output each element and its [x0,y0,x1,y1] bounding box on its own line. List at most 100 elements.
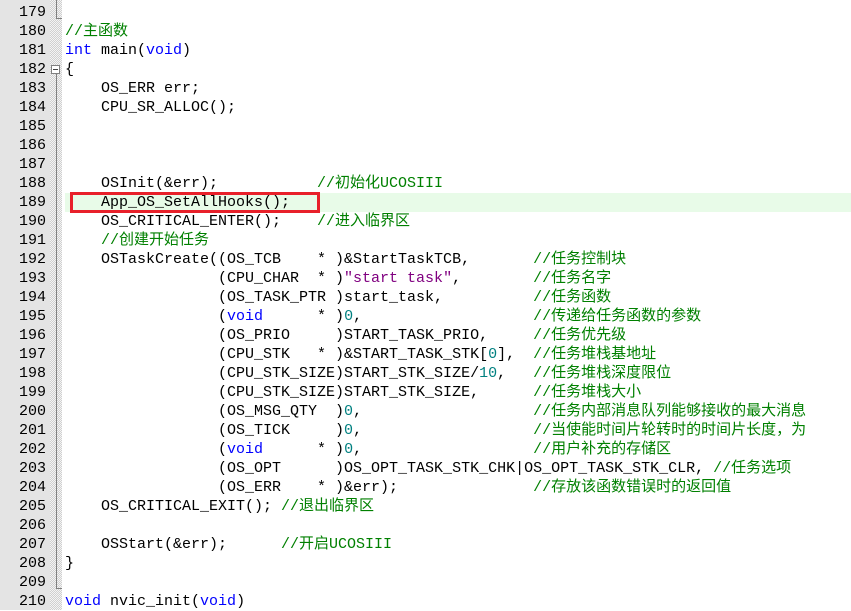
code-line[interactable]: 190 ​ OS_CRITICAL_ENTER(); //进入临界区 [0,212,851,231]
code-text: ​ (OS_MSG_QTY )0, //任务内部消息队列能够接收的最大消息 [65,402,851,421]
comment-token: //任务优先级 [533,327,627,344]
fold-collapse-icon[interactable] [51,64,60,74]
code-line[interactable]: 208 ​} [0,554,851,573]
code-line[interactable]: 200 ​ (OS_MSG_QTY )0, //任务内部消息队列能够接收的最大消息 [0,402,851,421]
code-line[interactable]: 192 ​ OSTaskCreate((OS_TCB * )&StartTaskT… [0,250,851,269]
code-line[interactable]: 202 ​ (void * )0, //用户补充的存储区 [0,440,851,459]
code-line[interactable]: 203 ​ (OS_OPT )OS_OPT_TASK_STK_CHK|OS_OPT… [0,459,851,478]
code-token: OSTaskCreate((OS_TCB * )&StartTaskTCB, [65,251,534,268]
keyword-token: void [146,42,183,59]
number-token: 0 [344,422,354,439]
code-line[interactable]: 204 ​ (OS_ERR * )&err); //存放该函数错误时的返回值 [0,478,851,497]
code-text: ​void nvic_init(void) [65,592,851,611]
code-line[interactable]: 191 ​ //创建开始任务 [0,231,851,250]
fold-guide-line [56,73,57,588]
code-line[interactable]: 181 ​int main(void) [0,41,851,60]
code-text: ​ [65,3,851,22]
code-token: (OS_MSG_QTY ) [65,403,345,420]
code-token: , [353,441,534,458]
line-number: 200 [18,403,46,420]
line-number: 199 [18,384,46,401]
code-text: ​ (CPU_STK * )&START_TASK_STK[0], //任务堆栈… [65,345,851,364]
line-number: 203 [18,460,46,477]
code-line[interactable]: 210 ​void nvic_init(void) [0,592,851,611]
code-line[interactable]: 194 ​ (OS_TASK_PTR )start_task, //任务函数 [0,288,851,307]
line-number: 207 [18,536,46,553]
code-line[interactable]: 185 ​ [0,117,851,136]
code-line[interactable]: 195 ​ (void * )0, //传递给任务函数的参数 [0,307,851,326]
line-number: 181 [18,42,46,59]
code-token: (CPU_STK_SIZE)START_STK_SIZE/ [65,365,480,382]
code-text: ​//主函数 [65,22,851,41]
keyword-token: int [65,42,93,59]
code-line[interactable]: 199 ​ (CPU_STK_SIZE)START_STK_SIZE, //任务堆… [0,383,851,402]
code-token: ) [182,42,192,59]
code-token: , [452,270,534,287]
code-token: , [353,308,534,325]
code-line[interactable]: 188 ​ OSInit(&err); //初始化UCOSIII [0,174,851,193]
line-number: 180 [18,23,46,40]
code-text: ​int main(void) [65,41,851,60]
line-number: 196 [18,327,46,344]
code-line[interactable]: 184 ​ CPU_SR_ALLOC(); [0,98,851,117]
code-token: (OS_OPT )OS_OPT_TASK_STK_CHK|OS_OPT_TASK… [65,460,714,477]
code-line[interactable]: 193 ​ (CPU_CHAR * )"start task", //任务名字 [0,269,851,288]
line-number: 189 [18,194,46,211]
code-token: OS_ERR err; [65,80,201,97]
highlight-annotation-box [70,192,320,213]
line-number: 193 [18,270,46,287]
fold-end-marker [56,17,62,19]
code-text: ​ (OS_ERR * )&err); //存放该函数错误时的返回值 [65,478,851,497]
line-number: 209 [18,574,46,591]
line-number: 194 [18,289,46,306]
line-number: 191 [18,232,46,249]
code-line[interactable]: 186 ​ [0,136,851,155]
comment-token: //任务控制块 [533,251,627,268]
code-token: , [353,403,534,420]
code-line[interactable]: 187 ​ [0,155,851,174]
code-text: ​ OS_ERR err; [65,79,851,98]
comment-token: //进入临界区 [317,213,411,230]
code-token: * ) [263,308,345,325]
code-line[interactable]: 179 ​ [0,3,851,22]
code-line[interactable]: 196 ​ (OS_PRIO )START_TASK_PRIO, //任务优先级 [0,326,851,345]
code-text: ​ (CPU_STK_SIZE)START_STK_SIZE, //任务堆栈大小 [65,383,851,402]
code-line[interactable]: 180 ​//主函数 [0,22,851,41]
number-token: 0 [488,346,498,363]
code-line[interactable]: 209 ​ [0,573,851,592]
code-line[interactable]: 201 ​ (OS_TICK )0, //当使能时间片轮转时的时间片长度，为 [0,421,851,440]
code-line[interactable]: 198 ​ (CPU_STK_SIZE)START_STK_SIZE/10, //… [0,364,851,383]
line-number: 184 [18,99,46,116]
line-number: 187 [18,156,46,173]
code-line[interactable]: 207 ​ OSStart(&err); //开启UCOSIII [0,535,851,554]
comment-token: //创建开始任务 [101,232,210,249]
code-text: ​ (OS_TASK_PTR )start_task, //任务函数 [65,288,851,307]
code-token: , [353,422,534,439]
code-line[interactable]: 183 ​ OS_ERR err; [0,79,851,98]
code-text: ​} [65,554,851,573]
keyword-token: void [200,593,237,610]
code-line[interactable]: 205 ​ OS_CRITICAL_EXIT(); //退出临界区 [0,497,851,516]
code-token: OS_CRITICAL_EXIT(); [65,498,282,515]
code-line[interactable]: 206 ​ [0,516,851,535]
code-token: { [65,61,75,78]
line-number: 201 [18,422,46,439]
keyword-token: void [227,441,264,458]
code-line[interactable]: 197 ​ (CPU_STK * )&START_TASK_STK[0], //任… [0,345,851,364]
line-number: 205 [18,498,46,515]
code-line[interactable]: 182 ​{ [0,60,851,79]
code-token: (CPU_STK_SIZE)START_STK_SIZE, [65,384,534,401]
code-editor[interactable]: 179 ​ 180 ​//主函数 181 ​int main(void)182​{183​… [0,3,851,611]
code-token: OSInit(&err); [65,175,318,192]
number-token: 10 [479,365,498,382]
line-number: 179 [18,4,46,21]
code-text: ​ OSStart(&err); //开启UCOSIII [65,535,851,554]
comment-token: //传递给任务函数的参数 [533,308,702,325]
comment-token: //主函数 [65,23,129,40]
string-token: "start task" [344,270,453,287]
keyword-token: void [227,308,264,325]
code-token: nvic_init( [101,593,201,610]
comment-token: //任务函数 [533,289,612,306]
keyword-token: void [65,593,102,610]
number-token: 0 [344,441,354,458]
